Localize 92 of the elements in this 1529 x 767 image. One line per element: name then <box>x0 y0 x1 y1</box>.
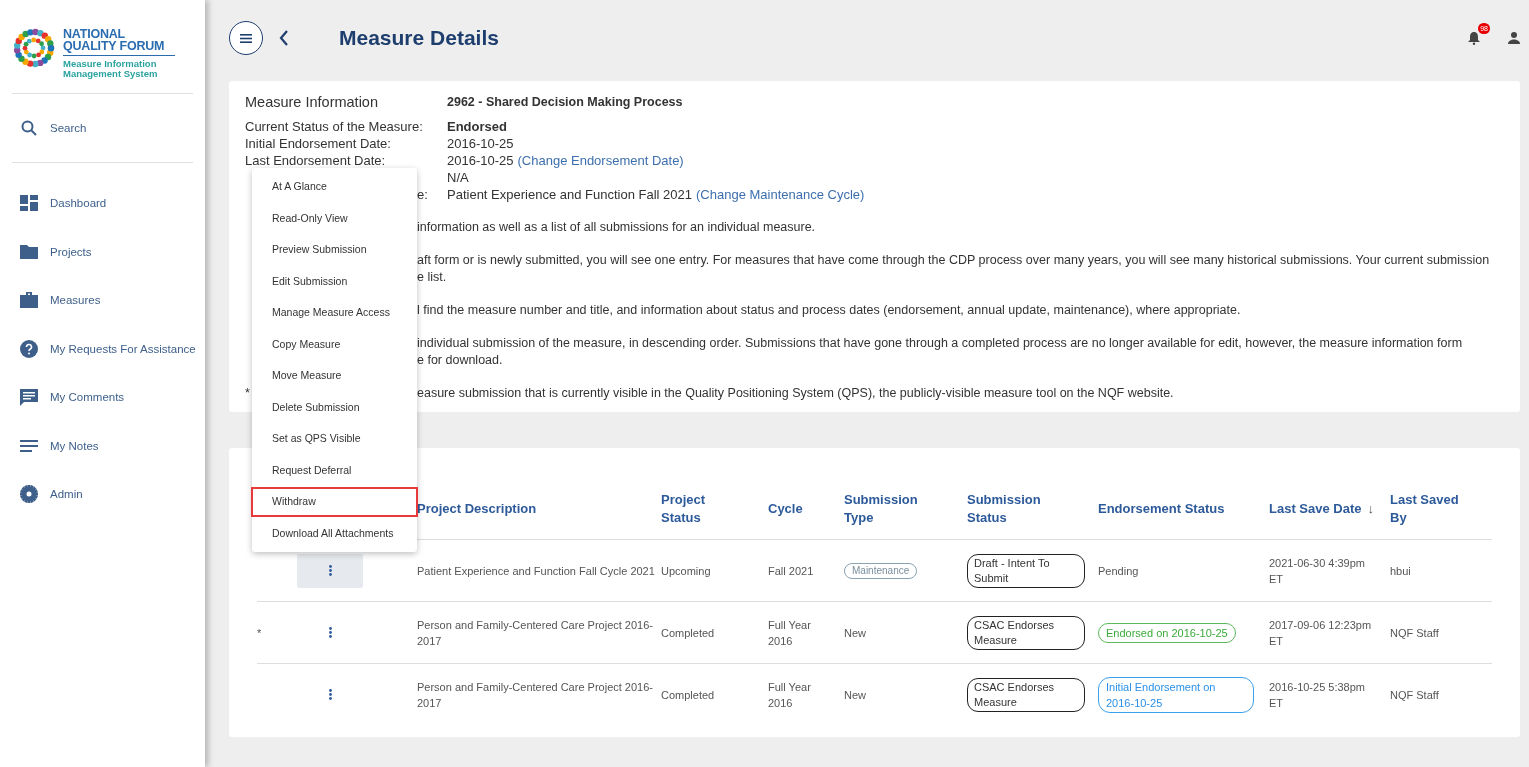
sidebar-item[interactable]: Dashboard <box>12 179 193 228</box>
column-header: Endorsement Status <box>1098 500 1225 518</box>
submission-status-tag: CSAC Endorses Measure <box>967 677 1085 712</box>
change-link[interactable]: (Change Maintenance Cycle) <box>696 186 865 203</box>
bell-icon <box>1468 31 1480 45</box>
folder-icon <box>20 244 38 260</box>
measure-title: 2962 - Shared Decision Making Process <box>447 94 684 111</box>
menu-item[interactable]: Manage Measure Access <box>252 297 417 329</box>
logo-subtitle: Measure Information Management System <box>63 59 159 79</box>
menu-button[interactable] <box>229 21 263 55</box>
section-heading: Measure Information <box>245 94 379 111</box>
logo-wordmark: NATIONAL QUALITY FORUM <box>63 28 175 56</box>
column-header[interactable]: Last Save Date <box>1269 500 1362 518</box>
menu-item[interactable]: Request Deferral <box>252 454 417 486</box>
sort-arrow-icon[interactable]: ↓ <box>1367 500 1374 518</box>
field-value: Patient Experience and Function Fall 2021 <box>447 186 692 203</box>
table-cell-text: Full Year 2016 <box>768 679 812 711</box>
page-title: Measure Details <box>339 26 499 50</box>
more-vertical-icon <box>328 689 332 700</box>
table-cell-text: hbui <box>1390 563 1411 579</box>
table-cell-text: Pending <box>1098 563 1139 579</box>
menu-item[interactable]: Copy Measure <box>252 328 417 360</box>
more-vertical-icon <box>328 565 332 576</box>
search-link[interactable]: Search <box>12 94 193 162</box>
menu-icon <box>240 33 252 43</box>
menu-item[interactable]: Set as QPS Visible <box>252 423 417 455</box>
settings-icon <box>20 485 38 504</box>
field-label: e: <box>417 186 428 203</box>
help-text: easure submission that is currently visible in the Quality Positioning System (QPS), the publicly-visible measure tool on the NQF website. <box>417 385 1174 402</box>
search-icon <box>20 120 38 136</box>
help-text: information as well as a list of all submissions for an individual measure. <box>417 219 816 236</box>
comment-icon <box>20 388 38 406</box>
asterisk-marker: * <box>245 386 250 400</box>
column-header: Cycle <box>768 500 803 518</box>
menu-item[interactable]: Move Measure <box>252 360 417 392</box>
menu-item[interactable]: Withdraw <box>250 486 419 518</box>
help-text: e for download. <box>417 352 503 369</box>
field-label: Last Endorsement Date: <box>245 152 386 169</box>
column-header: Submission Type <box>844 491 919 527</box>
menu-item[interactable]: At A Glance <box>252 171 417 203</box>
field-value: 2016-10-25 <box>447 135 514 152</box>
briefcase-icon <box>20 292 38 309</box>
dashboard-icon <box>20 195 38 212</box>
table-cell-text: Full Year 2016 <box>768 617 812 649</box>
column-header: Project Status <box>661 491 707 527</box>
more-vertical-icon <box>328 627 332 638</box>
menu-item[interactable]: Preview Submission <box>252 234 417 266</box>
field-value: 2016-10-25 <box>447 152 514 169</box>
table-cell-text: Upcoming <box>661 563 711 579</box>
table-cell-text: 2021-06-30 4:39pm ET <box>1269 555 1366 587</box>
endorsement-tag: Initial Endorsement on 2016-10-25 <box>1098 676 1254 713</box>
table-cell-text: 2017-09-06 12:23pm ET <box>1269 617 1373 649</box>
table-cell-text: Fall 2021 <box>768 563 814 579</box>
sidebar-item[interactable]: Admin <box>12 470 193 519</box>
sidebar-item[interactable]: My Comments <box>12 373 193 422</box>
table-cell-text: New <box>844 625 866 641</box>
chevron-left-icon <box>279 30 289 46</box>
menu-item[interactable]: Delete Submission <box>252 391 417 423</box>
user-icon[interactable] <box>1508 32 1520 44</box>
column-header: Last Saved By <box>1390 491 1460 527</box>
sidebar-item[interactable]: Projects <box>12 227 193 276</box>
sidebar-item[interactable]: My Notes <box>12 421 193 470</box>
table-cell-text: 2016-10-25 5:38pm ET <box>1269 679 1366 711</box>
sidebar-item[interactable]: My Requests For Assistance <box>12 324 193 373</box>
help-text: l find the measure number and title, and information about status and process dates (endorsement, annual update, maintenance), where appropriate. <box>417 302 1241 319</box>
table-cell-text: NQF Staff <box>1390 687 1439 703</box>
help-text: aft form or is newly submitted, you will see one entry. For measures that have come through the CDP process over many years, you will see many historical submissions. Your current submission <box>417 252 1490 269</box>
table-cell-text: Person and Family-Centered Care Project 2016-2017 <box>417 617 654 649</box>
change-link[interactable]: (Change Endorsement Date) <box>517 152 684 169</box>
help-text: individual submission of the measure, in descending order. Submissions that have gone through a completed process are no longer available for edit, however, the measure information form <box>417 335 1463 352</box>
field-label: Initial Endorsement Date: <box>245 135 391 152</box>
table-cell-text: Completed <box>661 687 715 703</box>
field-value: N/A <box>447 169 469 186</box>
table-cell-text: Person and Family-Centered Care Project 2016-2017 <box>417 679 654 711</box>
menu-item[interactable]: Download All Attachments <box>252 517 417 549</box>
menu-item[interactable]: Read-Only View <box>252 202 417 234</box>
help-text: e list. <box>417 269 447 286</box>
table-cell-text: Patient Experience and Function Fall Cycle 2021 <box>417 563 655 579</box>
submission-status-tag: Draft - Intent To Submit <box>967 553 1085 588</box>
submission-status-tag: CSAC Endorses Measure <box>967 615 1085 650</box>
field-value: Endorsed <box>447 118 507 135</box>
help-icon <box>20 339 38 358</box>
notes-icon <box>20 439 38 452</box>
field-label: Current Status of the Measure: <box>245 118 423 135</box>
table-cell-text: Completed <box>661 625 715 641</box>
menu-item[interactable]: Edit Submission <box>252 265 417 297</box>
qps-visible-marker: * <box>257 625 262 641</box>
table-cell-text: NQF Staff <box>1390 625 1439 641</box>
column-header: Submission Status <box>967 491 1042 527</box>
table-cell-text: New <box>844 687 866 703</box>
column-header: Project Description <box>417 500 537 518</box>
sidebar-item[interactable]: Measures <box>12 276 193 325</box>
